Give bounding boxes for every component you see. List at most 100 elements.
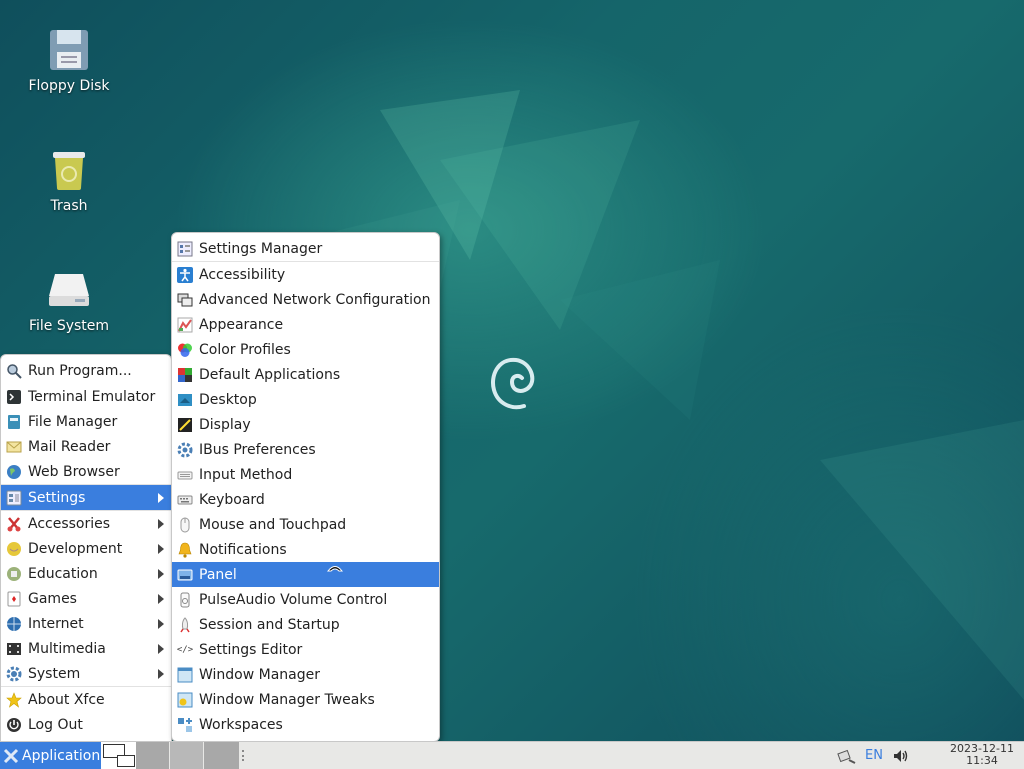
panel-handle[interactable] <box>242 750 246 761</box>
menu-item-keyboard[interactable]: Keyboard <box>172 487 439 512</box>
gear-icon <box>6 666 22 682</box>
menu-item-desktop[interactable]: Desktop <box>172 387 439 412</box>
menu-item-pulseaudio[interactable]: PulseAudio Volume Control <box>172 587 439 612</box>
menu-item-advanced-network[interactable]: Advanced Network Configuration <box>172 287 439 312</box>
desktop-icon-trash[interactable]: Trash <box>19 146 119 214</box>
settings-manager-icon <box>177 241 193 257</box>
menu-item-mail-reader[interactable]: Mail Reader <box>1 434 171 459</box>
menu-item-input-method[interactable]: Input Method <box>172 462 439 487</box>
keyboard-icon <box>177 492 193 508</box>
rocket-icon <box>177 616 193 633</box>
network-tray-icon[interactable] <box>835 742 859 769</box>
appearance-icon <box>177 317 193 333</box>
panel-icon <box>177 567 193 583</box>
accessories-icon <box>6 516 22 532</box>
file-manager-icon <box>6 414 22 430</box>
menu-item-multimedia[interactable]: Multimedia <box>1 636 171 661</box>
star-icon <box>6 691 22 708</box>
menu-item-accessories[interactable]: Accessories <box>1 511 171 536</box>
menu-item-games[interactable]: Games <box>1 586 171 611</box>
debian-logo-icon <box>491 357 535 410</box>
workspace-switcher[interactable] <box>101 742 136 769</box>
chevron-right-icon <box>158 618 164 629</box>
applications-menu-button[interactable]: Applications <box>0 742 108 769</box>
desktop-icon-label: Trash <box>50 198 88 214</box>
menu-item-notifications[interactable]: Notifications <box>172 537 439 562</box>
clock[interactable]: 2023-12-11 11:34 <box>942 743 1022 767</box>
xfce-logo-icon <box>3 748 19 764</box>
chevron-right-icon <box>158 593 164 604</box>
mail-icon <box>6 439 22 455</box>
chevron-right-icon <box>158 568 164 579</box>
workspaces-icon <box>177 717 193 733</box>
menu-item-terminal[interactable]: Terminal Emulator <box>1 384 171 409</box>
logout-icon <box>6 717 22 733</box>
display-icon <box>177 417 193 433</box>
menu-item-window-manager[interactable]: Window Manager <box>172 662 439 687</box>
multimedia-icon <box>6 641 22 657</box>
menu-item-education[interactable]: Education <box>1 561 171 586</box>
menu-item-panel[interactable]: Panel <box>172 562 439 587</box>
terminal-icon <box>6 389 22 405</box>
menu-item-default-applications[interactable]: Default Applications <box>172 362 439 387</box>
ibus-icon <box>177 442 193 458</box>
globe-icon <box>6 464 22 480</box>
desktop-icon-floppy[interactable]: Floppy Disk <box>19 26 119 94</box>
menu-item-display[interactable]: Display <box>172 412 439 437</box>
workspace-3[interactable] <box>170 742 203 769</box>
menu-item-session-startup[interactable]: Session and Startup <box>172 612 439 637</box>
menu-item-settings-editor[interactable]: </> Settings Editor <box>172 637 439 662</box>
applications-menu: Run Program... Terminal Emulator File Ma… <box>0 354 172 742</box>
menu-item-internet[interactable]: Internet <box>1 611 171 636</box>
menu-item-web-browser[interactable]: Web Browser <box>1 459 171 484</box>
window-manager-icon <box>177 667 193 683</box>
volume-icon[interactable] <box>889 742 913 769</box>
menu-item-appearance[interactable]: Appearance <box>172 312 439 337</box>
cards-icon <box>6 591 22 607</box>
desktop-icon-label: File System <box>28 318 110 334</box>
desktop-icon <box>177 392 193 408</box>
menu-item-settings-manager[interactable]: Settings Manager <box>172 236 439 261</box>
menu-item-development[interactable]: Development <box>1 536 171 561</box>
settings-submenu: Settings Manager Accessibility Advanced … <box>171 232 440 742</box>
input-method-icon <box>177 467 193 483</box>
desktop-icon-label: Floppy Disk <box>28 78 110 94</box>
accessibility-icon <box>177 266 193 283</box>
menu-item-file-manager[interactable]: File Manager <box>1 409 171 434</box>
globe-icon <box>6 616 22 632</box>
mouse-cursor-icon <box>327 566 343 572</box>
settings-editor-icon: </> <box>176 644 194 655</box>
settings-icon <box>6 490 22 506</box>
workspace-2[interactable] <box>136 742 169 769</box>
window-tweaks-icon <box>177 692 193 708</box>
keyboard-layout-indicator[interactable]: EN <box>861 742 887 769</box>
menu-item-mouse-touchpad[interactable]: Mouse and Touchpad <box>172 512 439 537</box>
workspace-window-thumb <box>117 755 135 767</box>
menu-item-about-xfce[interactable]: About Xfce <box>1 687 171 712</box>
menu-item-window-manager-tweaks[interactable]: Window Manager Tweaks <box>172 687 439 712</box>
menu-item-color-profiles[interactable]: Color Profiles <box>172 337 439 362</box>
education-icon <box>6 566 22 582</box>
desktop-icon-filesystem[interactable]: File System <box>19 266 119 334</box>
menu-item-workspaces[interactable]: Workspaces <box>172 712 439 737</box>
menu-item-ibus-preferences[interactable]: IBus Preferences <box>172 437 439 462</box>
color-profiles-icon <box>177 342 193 358</box>
menu-item-run-program[interactable]: Run Program... <box>1 358 171 383</box>
clock-time: 11:34 <box>966 754 998 767</box>
bell-icon <box>177 542 193 558</box>
volume-control-icon <box>177 592 193 608</box>
menu-item-settings[interactable]: Settings <box>1 485 171 510</box>
menu-item-system[interactable]: System <box>1 661 171 686</box>
default-apps-icon <box>177 367 193 383</box>
menu-item-accessibility[interactable]: Accessibility <box>172 262 439 287</box>
chevron-right-icon <box>158 518 164 529</box>
workspace-4[interactable] <box>204 742 239 769</box>
taskbar: Applications EN 2023-12-11 11:34 <box>0 741 1024 769</box>
search-icon <box>6 363 22 379</box>
development-icon <box>6 541 22 557</box>
menu-item-log-out[interactable]: Log Out <box>1 712 171 737</box>
network-icon <box>177 292 193 308</box>
floppy-disk-icon <box>45 26 93 74</box>
trash-icon <box>45 146 93 194</box>
chevron-right-icon <box>158 492 164 503</box>
